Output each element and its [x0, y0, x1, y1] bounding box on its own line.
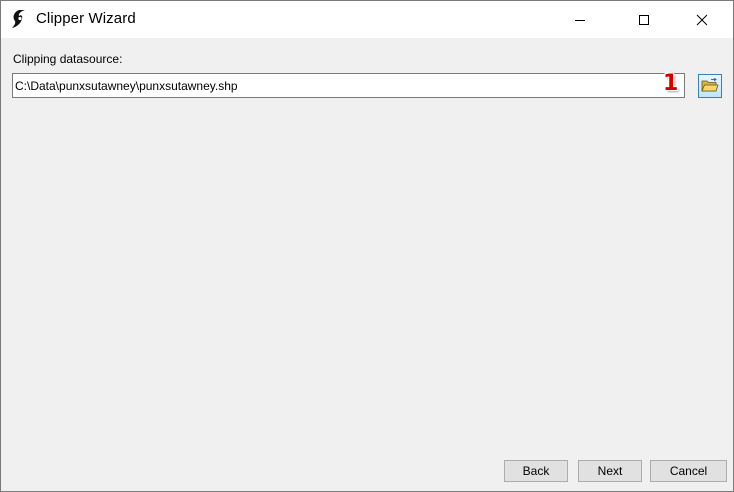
- minimize-icon: [575, 19, 585, 21]
- annotation-marker-1: 1: [663, 71, 679, 96]
- close-button[interactable]: [679, 1, 725, 38]
- close-icon: [696, 14, 708, 25]
- clipper-app-icon: [10, 9, 28, 29]
- open-folder-icon: [701, 78, 719, 92]
- wizard-content: Clipping datasource: 1 Back Next Cancel: [1, 38, 733, 491]
- clipper-wizard-window: Clipper Wizard Clipping datasource: 1: [0, 0, 734, 492]
- maximize-button[interactable]: [621, 1, 667, 38]
- datasource-path-input[interactable]: [12, 73, 685, 98]
- back-button[interactable]: Back: [504, 460, 568, 482]
- datasource-label: Clipping datasource:: [13, 52, 123, 66]
- cancel-button[interactable]: Cancel: [650, 460, 727, 482]
- maximize-icon: [639, 14, 649, 25]
- browse-datasource-button[interactable]: [698, 74, 722, 98]
- title-bar[interactable]: Clipper Wizard: [1, 1, 733, 38]
- window-title: Clipper Wizard: [36, 10, 136, 27]
- minimize-button[interactable]: [557, 1, 603, 38]
- next-button[interactable]: Next: [578, 460, 642, 482]
